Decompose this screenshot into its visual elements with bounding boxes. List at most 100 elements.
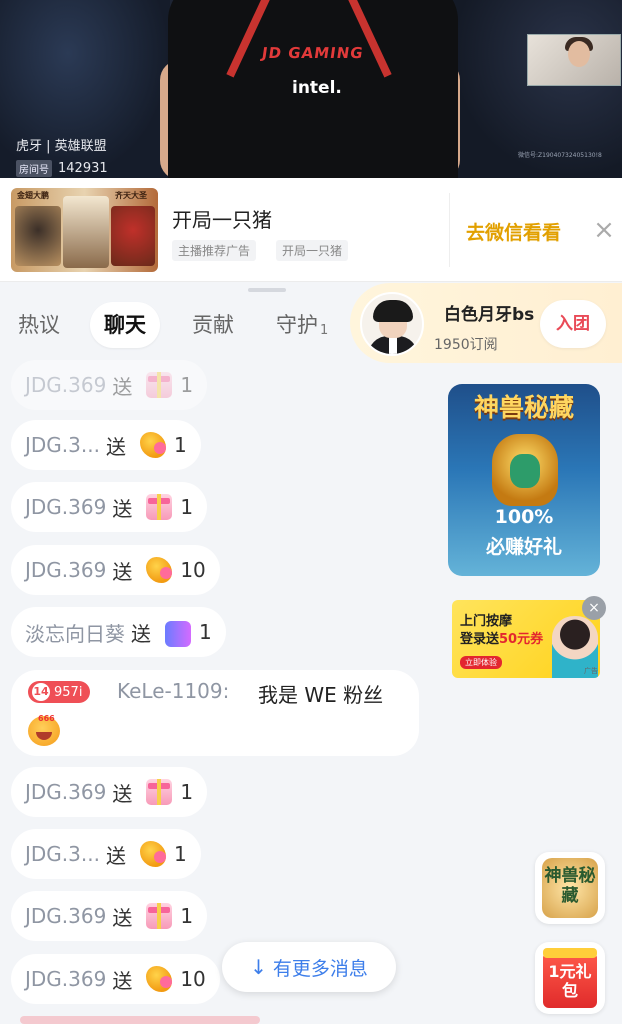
chat-verb: 送 (112, 781, 133, 806)
gift-count: 1 (180, 495, 194, 519)
promo-title: 神兽秘藏 (473, 393, 574, 422)
more-messages-label: 有更多消息 (272, 957, 368, 980)
chat-username[interactable]: 淡忘向日葵 (25, 618, 125, 647)
next-message-edge (20, 1016, 260, 1024)
ad-line: 登录送50元券 (460, 628, 543, 647)
close-icon[interactable]: × (590, 213, 618, 247)
emoji-tag: 666 (38, 714, 55, 723)
watermark-text: 微信号:Z19040732405130!8 (518, 152, 602, 159)
gift-box-icon (146, 372, 173, 398)
gift-bow (543, 948, 597, 958)
thumb-text: 齐天大圣 (115, 191, 147, 200)
gift-dragon-icon (139, 841, 166, 867)
beast-treasure-button[interactable]: 神兽秘藏 (535, 852, 605, 924)
chat-username[interactable]: JDG.369 (25, 373, 106, 397)
pip-face (568, 41, 590, 67)
gift-count: 1 (173, 433, 187, 457)
gift-count: 10 (180, 967, 206, 991)
ad-line: 上门按摩 (460, 614, 513, 629)
promo-line: 100% (494, 506, 554, 528)
drag-handle[interactable] (248, 288, 286, 292)
room-number: 142931 (58, 161, 108, 176)
chat-username[interactable]: JDG.369 (25, 495, 106, 519)
jersey-brand: JD GAMING (260, 44, 365, 62)
divider (449, 193, 450, 267)
chat-verb: 送 (131, 621, 151, 646)
gift-box-icon (146, 903, 173, 929)
ad-tag: 主播推荐广告 (172, 240, 257, 261)
room-label: 房间号 (16, 160, 52, 177)
sponsor-logo: intel. (292, 78, 342, 98)
fan-badge-icon (165, 621, 191, 647)
tab-guard[interactable]: 守护 1 (276, 302, 328, 348)
chat-username[interactable]: JDG.369 (25, 904, 106, 928)
gift-count: 1 (199, 620, 212, 644)
ad-tag: 开局一只猪 (276, 240, 349, 261)
chat-gift-message[interactable]: JDG.369 送 1 (11, 891, 208, 941)
chat-gift-message[interactable]: JDG.3... 送 1 (11, 829, 201, 879)
chat-gift-message[interactable]: JDG.369 送 1 (11, 482, 208, 532)
chat-verb: 送 (112, 374, 133, 399)
gift-box-icon (146, 779, 173, 805)
chat-username[interactable]: JDG.369 (25, 780, 106, 804)
chat-gift-message[interactable]: JDG.3... 送 1 (11, 420, 201, 470)
tab-contribution[interactable]: 贡献 (192, 302, 234, 348)
chat-verb: 送 (112, 496, 133, 521)
tab-count: 1 (320, 323, 329, 338)
chat-gift-message[interactable]: JDG.369 送 10 (11, 545, 220, 595)
beast-icon (492, 434, 558, 506)
gift-count: 1 (173, 842, 187, 866)
ad-line-amount: 50元券 (499, 632, 544, 647)
massage-ad[interactable]: 上门按摩 登录送50元券 立即体验 广告 (452, 600, 600, 678)
tab-label: 聊天 (104, 313, 146, 337)
chat-gift-message[interactable]: JDG.369 送 1 (11, 360, 208, 410)
chat-gift-message[interactable]: JDG.369 送 1 (11, 767, 208, 817)
tab-discussion[interactable]: 热议 (18, 302, 60, 348)
beast-treasure-promo[interactable]: 神兽秘藏 100% 必赚好礼 (448, 384, 600, 576)
avatar[interactable] (360, 292, 424, 356)
ad-mark: 广告 (584, 667, 598, 675)
close-icon[interactable]: × (582, 596, 606, 620)
chat-verb: 送 (105, 843, 126, 868)
live-room-screen: JD GAMING intel. 虎牙 | 英雄联盟 房间号 142931 微信… (0, 0, 622, 1024)
chat-verb: 送 (105, 434, 126, 459)
ad-title[interactable]: 开局一只猪 (172, 204, 272, 233)
join-fan-group-button[interactable]: 入团 (540, 300, 606, 348)
gift-box-icon (146, 494, 173, 520)
gift-pack-button[interactable]: 1元礼包 (535, 942, 605, 1014)
gift-count: 1 (180, 904, 194, 928)
chat-gift-message[interactable]: 淡忘向日葵 送 1 (11, 607, 226, 657)
tab-label: 贡献 (192, 313, 234, 337)
thumb-text: 金翅大鹏 (17, 191, 49, 200)
thumb-panel (111, 206, 155, 266)
gift-dragon-icon (146, 966, 173, 992)
chat-username[interactable]: JDG.3... (25, 842, 100, 866)
gift-count: 10 (180, 558, 206, 582)
gift-count: 1 (180, 780, 194, 804)
gift-count: 1 (180, 373, 194, 397)
ad-thumbnail[interactable]: 金翅大鹏 齐天大圣 (11, 188, 158, 272)
fab-label: 1元礼包 (548, 962, 592, 1000)
chat-username[interactable]: JDG.369 (25, 967, 106, 991)
more-messages-button[interactable]: ↓ 有更多消息 (222, 942, 396, 992)
fab-label: 神兽秘藏 (544, 866, 596, 906)
chat-username[interactable]: JDG.369 (25, 558, 106, 582)
avatar-shirt (389, 336, 397, 354)
fan-level-badge: 14 957i (28, 681, 91, 703)
try-now-button[interactable]: 立即体验 (460, 656, 502, 669)
anchor-name: 白色月牙bs (444, 305, 535, 325)
tab-chat[interactable]: 聊天 (90, 302, 160, 348)
open-wechat-button[interactable]: 去微信看看 (466, 218, 561, 245)
ad-line-prefix: 登录送 (460, 632, 500, 647)
tab-label: 热议 (18, 313, 60, 337)
arrow-down-icon: ↓ (250, 955, 267, 979)
video-player[interactable]: JD GAMING intel. 虎牙 | 英雄联盟 房间号 142931 微信… (0, 0, 622, 178)
thumb-panel (15, 206, 61, 266)
fan-value: 957i (54, 684, 83, 700)
chat-username[interactable]: KeLe-1109: (117, 679, 229, 703)
streamer-camera-pip[interactable] (527, 34, 621, 86)
chat-gift-message[interactable]: JDG.369 送 10 (11, 954, 220, 1004)
platform-label: 虎牙 | 英雄联盟 (16, 139, 107, 154)
tab-label: 守护 (276, 313, 318, 337)
chat-username[interactable]: JDG.3... (25, 433, 100, 457)
